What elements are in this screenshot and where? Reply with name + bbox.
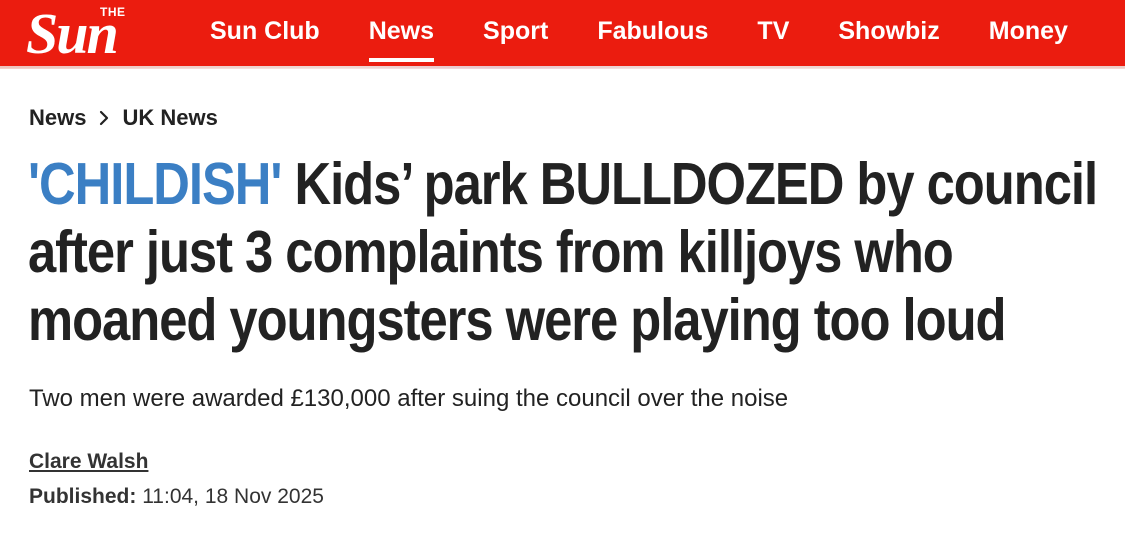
- the-sun-logo[interactable]: Sun THE: [26, 4, 182, 63]
- nav-item-news[interactable]: News: [368, 0, 435, 66]
- chevron-right-icon: [100, 110, 109, 126]
- published-label: Published:: [29, 485, 137, 508]
- nav-item-fabulous[interactable]: Fabulous: [597, 0, 708, 66]
- nav-item-showbiz[interactable]: Showbiz: [838, 0, 939, 66]
- article-standfirst: Two men were awarded £130,000 after suin…: [29, 385, 789, 412]
- nav-item-tv[interactable]: TV: [757, 0, 789, 66]
- hero-image-edge: [0, 66, 1125, 69]
- nav-item-sport[interactable]: Sport: [483, 0, 548, 66]
- breadcrumb-news[interactable]: News: [29, 105, 86, 131]
- headline-kicker: 'CHILDISH': [28, 151, 282, 217]
- published-value: 11:04, 18 Nov 2025: [142, 485, 324, 508]
- published-date: Published: 11:04, 18 Nov 2025: [29, 485, 324, 509]
- top-navigation-bar: Sun THE Sun Club News Sport Fabulous TV …: [0, 0, 1125, 66]
- logo-prefix: THE: [100, 5, 126, 19]
- nav-item-sun-club[interactable]: Sun Club: [210, 0, 320, 66]
- breadcrumb-uk-news[interactable]: UK News: [122, 105, 217, 131]
- breadcrumb: News UK News: [29, 105, 218, 131]
- author-link[interactable]: Clare Walsh: [29, 450, 148, 474]
- main-nav: Sun Club News Sport Fabulous TV Showbiz …: [210, 0, 1068, 66]
- nav-item-money[interactable]: Money: [989, 0, 1068, 66]
- article-headline: 'CHILDISH' Kids’ park BULLDOZED by counc…: [28, 150, 1107, 354]
